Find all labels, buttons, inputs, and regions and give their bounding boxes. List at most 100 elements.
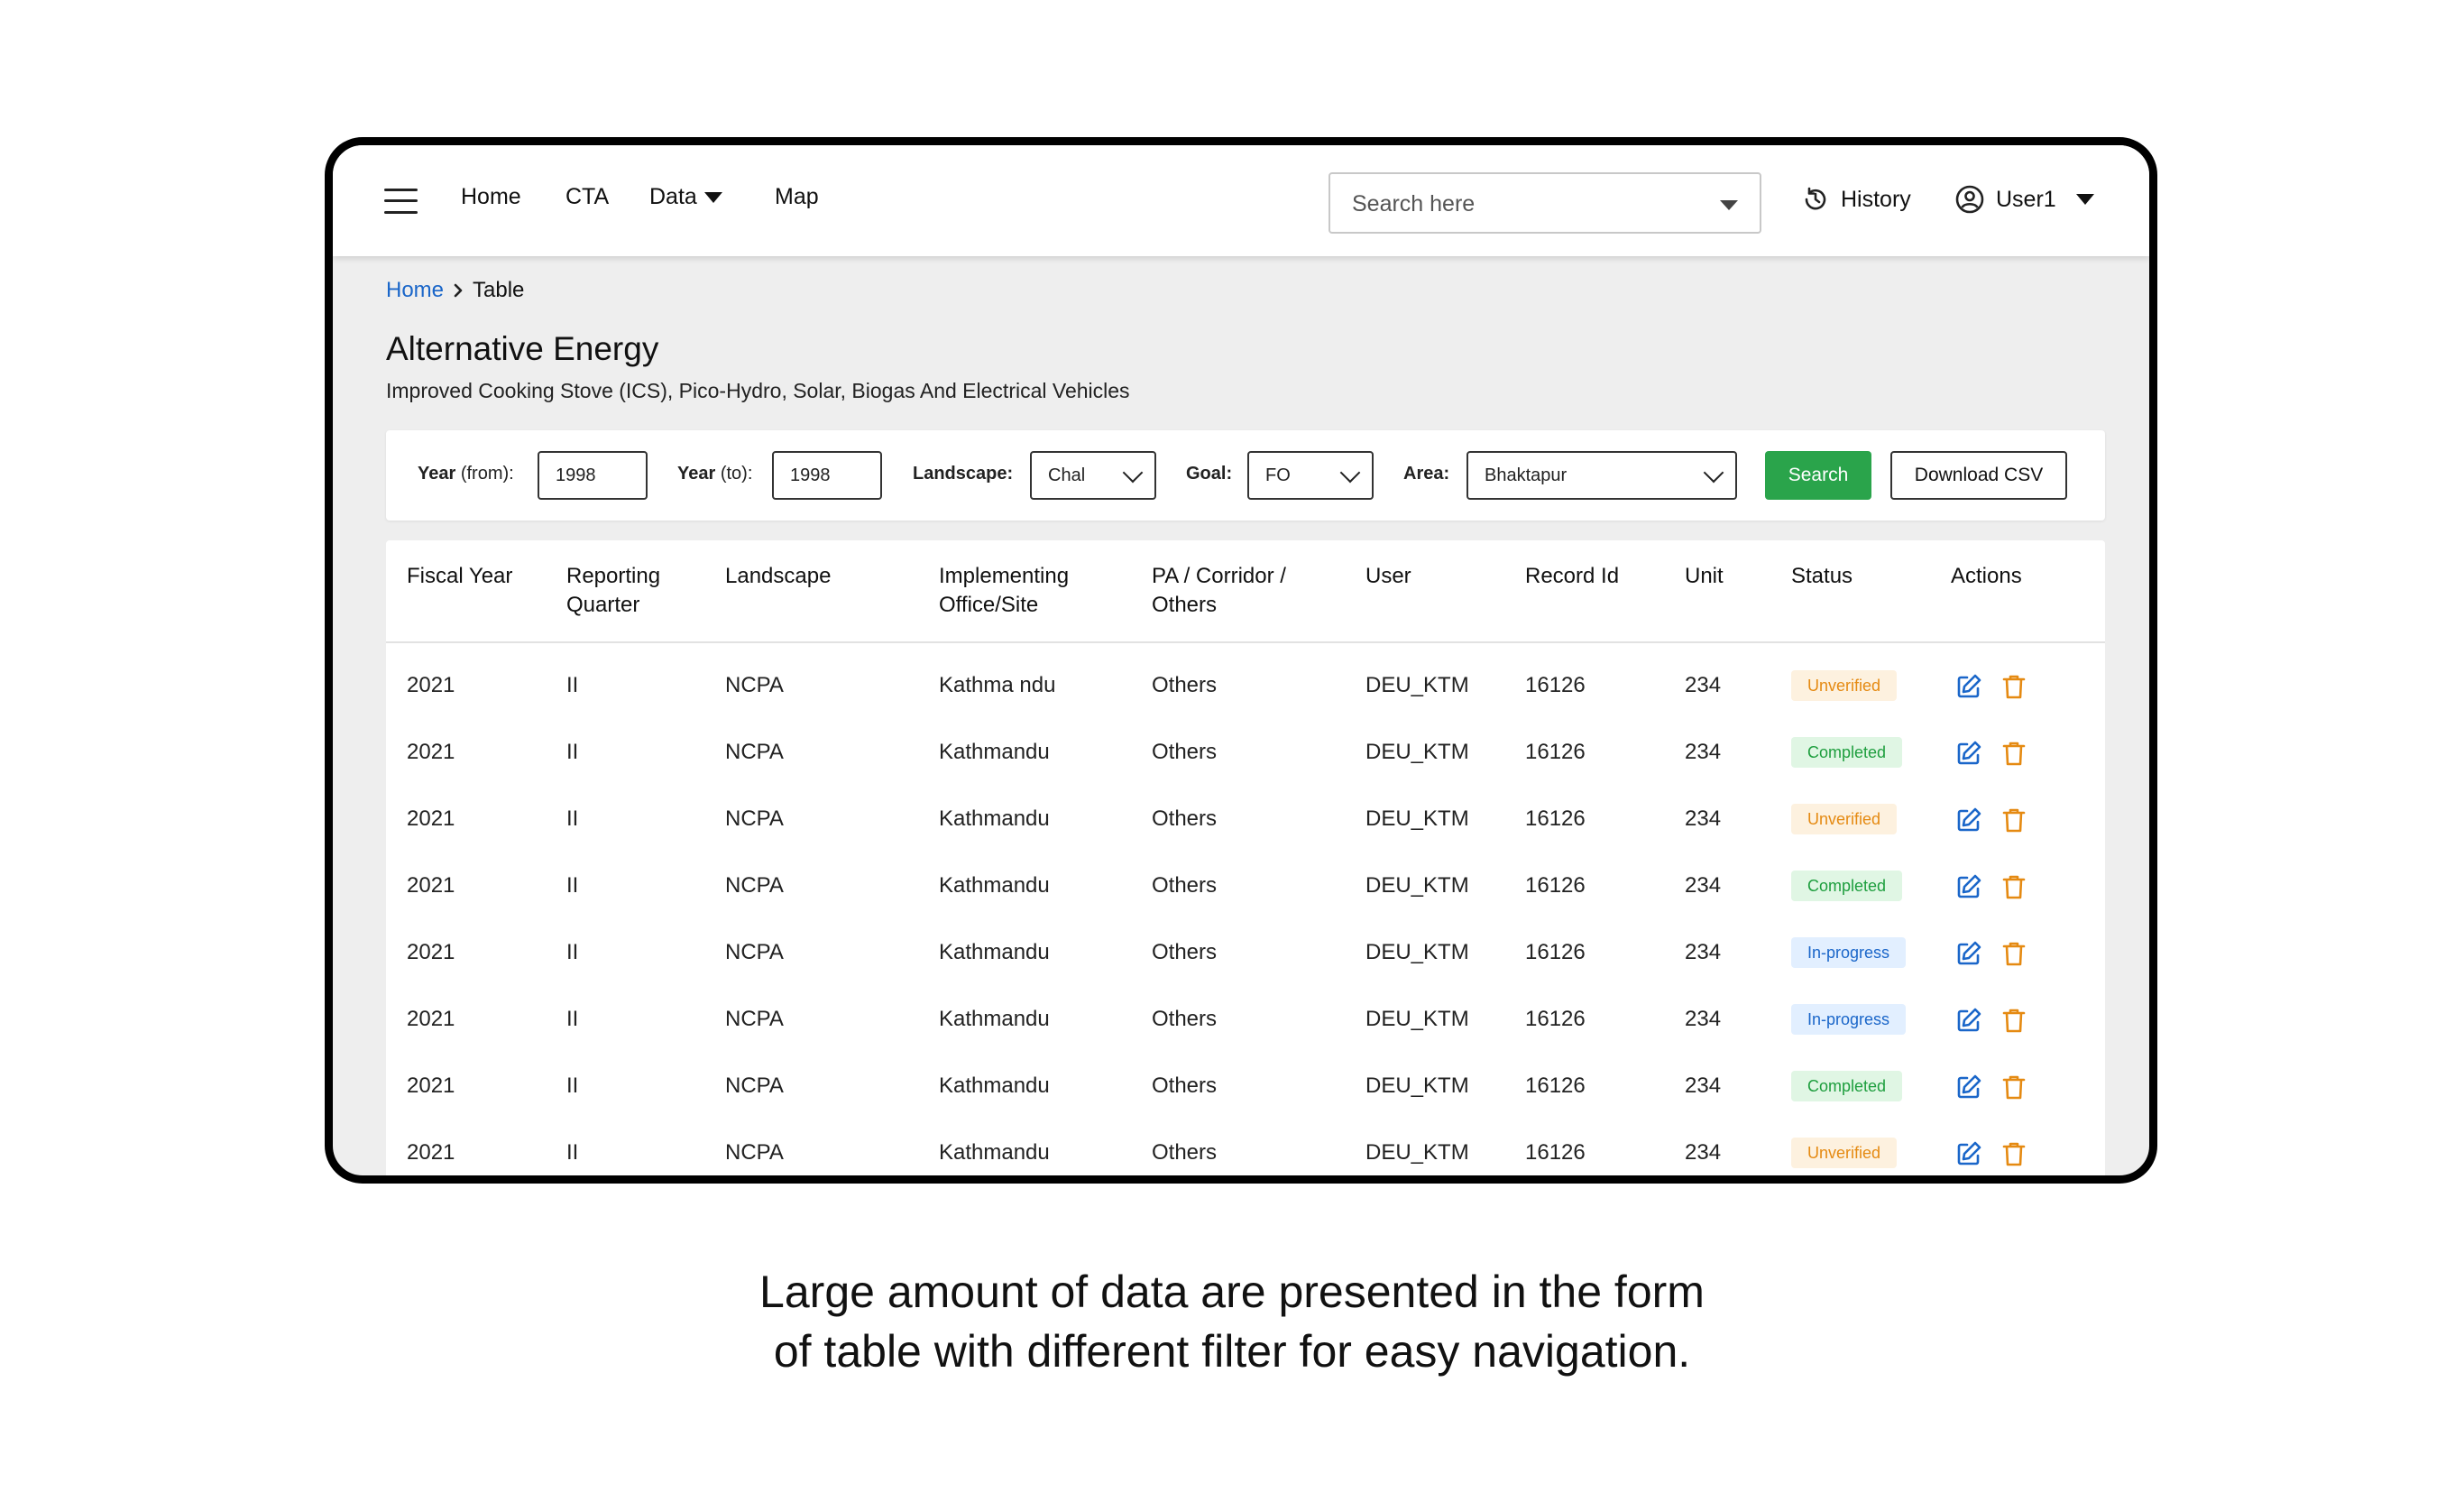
edit-icon[interactable]	[1954, 872, 1983, 901]
status-badge: In-progress	[1791, 1004, 1907, 1035]
column-header-line: User	[1365, 564, 1411, 588]
caret-down-icon[interactable]	[1720, 200, 1738, 210]
cell-landscape: NCPA	[725, 1140, 784, 1165]
cell-landscape: NCPA	[725, 1007, 784, 1031]
cell-record-id: 16126	[1525, 873, 1586, 898]
edit-icon[interactable]	[1954, 672, 1983, 701]
user-name: User1	[1996, 186, 2056, 212]
column-header-line: Unit	[1685, 564, 1724, 588]
trash-icon[interactable]	[2000, 939, 2028, 968]
year-from-label: Year (from):	[418, 464, 514, 484]
clock-icon	[1805, 187, 1826, 210]
edit-icon[interactable]	[1954, 1073, 1983, 1101]
cell-user: DEU_KTM	[1365, 873, 1469, 898]
nav-home[interactable]: Home	[461, 184, 521, 210]
cell-landscape: NCPA	[725, 873, 784, 898]
cell-reporting-quarter: II	[566, 940, 579, 964]
table-row: 2021 II NCPA Kathmandu Others DEU_KTM 16126 234…	[386, 852, 2105, 919]
year-from-label-text: Year	[418, 464, 456, 484]
breadcrumb: Home Table	[386, 278, 524, 303]
cell-record-id: 16126	[1525, 1073, 1586, 1098]
table-row: 2021 II NCPA Kathmandu Others DEU_KTM 16126 234…	[386, 1119, 2105, 1175]
chevron-down-icon	[1339, 462, 1361, 484]
cell-pa-corridor: Others	[1152, 1140, 1218, 1165]
trash-icon[interactable]	[2000, 1139, 2028, 1168]
caret-down-icon	[2075, 194, 2094, 205]
edit-icon[interactable]	[1954, 1139, 1983, 1168]
cell-fiscal-year: 2021	[407, 806, 455, 831]
year-to-input[interactable]: 1998	[772, 451, 882, 500]
cell-fiscal-year: 2021	[407, 1073, 455, 1098]
table-row: 2021 II NCPA Kathmandu Others DEU_KTM 16126 234…	[386, 719, 2105, 786]
history-label: History	[1841, 186, 1911, 212]
nav-data-dropdown[interactable]: Data	[649, 184, 722, 210]
cell-user: DEU_KTM	[1365, 806, 1469, 831]
cell-user: DEU_KTM	[1365, 1007, 1469, 1031]
cell-user: DEU_KTM	[1365, 1073, 1469, 1098]
goal-select[interactable]: FO	[1247, 451, 1374, 500]
history-button[interactable]: History	[1801, 181, 1911, 217]
data-table: Fiscal Year Reporting Quarter Landscape Impl…	[386, 540, 2105, 1175]
column-header-line: Actions	[1951, 564, 2022, 588]
area-select-value: Bhaktapur	[1485, 465, 1568, 485]
cell-pa-corridor: Others	[1152, 873, 1218, 898]
area-select[interactable]: Bhaktapur	[1466, 451, 1737, 500]
cell-implementing-office: Kathmandu	[939, 806, 1050, 831]
table-row: 2021 II NCPA Kathmandu Others DEU_KTM 16126 234…	[386, 786, 2105, 852]
trash-icon[interactable]	[2000, 1006, 2028, 1035]
year-from-input[interactable]: 1998	[538, 451, 648, 500]
cell-implementing-office: Kathmandu	[939, 873, 1050, 898]
cell-user: DEU_KTM	[1365, 740, 1469, 764]
cell-reporting-quarter: II	[566, 1007, 579, 1031]
search-combobox[interactable]	[1329, 172, 1761, 234]
cell-record-id: 16126	[1525, 1007, 1586, 1031]
cell-record-id: 16126	[1525, 806, 1586, 831]
cell-reporting-quarter: II	[566, 806, 579, 831]
page-subtitle: Improved Cooking Stove (ICS), Pico-Hydro…	[386, 379, 1130, 402]
trash-icon[interactable]	[2000, 806, 2028, 834]
cell-unit: 234	[1685, 806, 1722, 831]
search-input[interactable]	[1350, 185, 1696, 223]
trash-icon[interactable]	[2000, 1073, 2028, 1101]
edit-icon[interactable]	[1954, 806, 1983, 834]
trash-icon[interactable]	[2000, 672, 2028, 701]
caption-line-1: Large amount of data are presented in th…	[759, 1267, 1705, 1317]
search-button[interactable]: Search	[1765, 451, 1871, 500]
cell-landscape: NCPA	[725, 940, 784, 964]
year-to-label-suffix: (to):	[720, 464, 753, 484]
area-label: Area:	[1403, 464, 1450, 484]
chevron-down-icon	[1703, 462, 1724, 484]
user-menu[interactable]: User1	[1954, 181, 2094, 217]
nav-cta[interactable]: CTA	[565, 184, 609, 210]
caret-down-icon	[703, 192, 722, 204]
edit-icon[interactable]	[1954, 739, 1983, 768]
status-badge: Completed	[1791, 1071, 1903, 1101]
column-header-line: Quarter	[566, 593, 640, 617]
hamburger-icon[interactable]	[384, 189, 418, 214]
cell-landscape: NCPA	[725, 740, 784, 764]
column-header-line: Fiscal Year	[407, 564, 513, 588]
cell-record-id: 16126	[1525, 673, 1586, 697]
breadcrumb-home-link[interactable]: Home	[386, 278, 444, 303]
table-row: 2021 II NCPA Kathmandu Others DEU_KTM 16126 234…	[386, 986, 2105, 1053]
cell-reporting-quarter: II	[566, 673, 579, 697]
column-header-pa-corridor: PA / Corridor / Others	[1152, 562, 1286, 620]
status-badge: Completed	[1791, 871, 1903, 901]
edit-icon[interactable]	[1954, 939, 1983, 968]
cell-unit: 234	[1685, 873, 1722, 898]
column-header-landscape: Landscape	[725, 562, 831, 591]
cell-reporting-quarter: II	[566, 1140, 579, 1165]
nav-map[interactable]: Map	[775, 184, 819, 210]
cell-pa-corridor: Others	[1152, 740, 1218, 764]
landscape-select[interactable]: Chal	[1030, 451, 1156, 500]
trash-icon[interactable]	[2000, 739, 2028, 768]
chevron-right-icon	[454, 283, 463, 298]
year-to-label-text: Year	[677, 464, 716, 484]
cell-pa-corridor: Others	[1152, 940, 1218, 964]
download-csv-button[interactable]: Download CSV	[1890, 451, 2067, 500]
column-header-line: PA / Corridor /	[1152, 564, 1286, 588]
user-circle-icon	[1955, 185, 1984, 214]
edit-icon[interactable]	[1954, 1006, 1983, 1035]
column-header-status: Status	[1791, 562, 1853, 591]
trash-icon[interactable]	[2000, 872, 2028, 901]
